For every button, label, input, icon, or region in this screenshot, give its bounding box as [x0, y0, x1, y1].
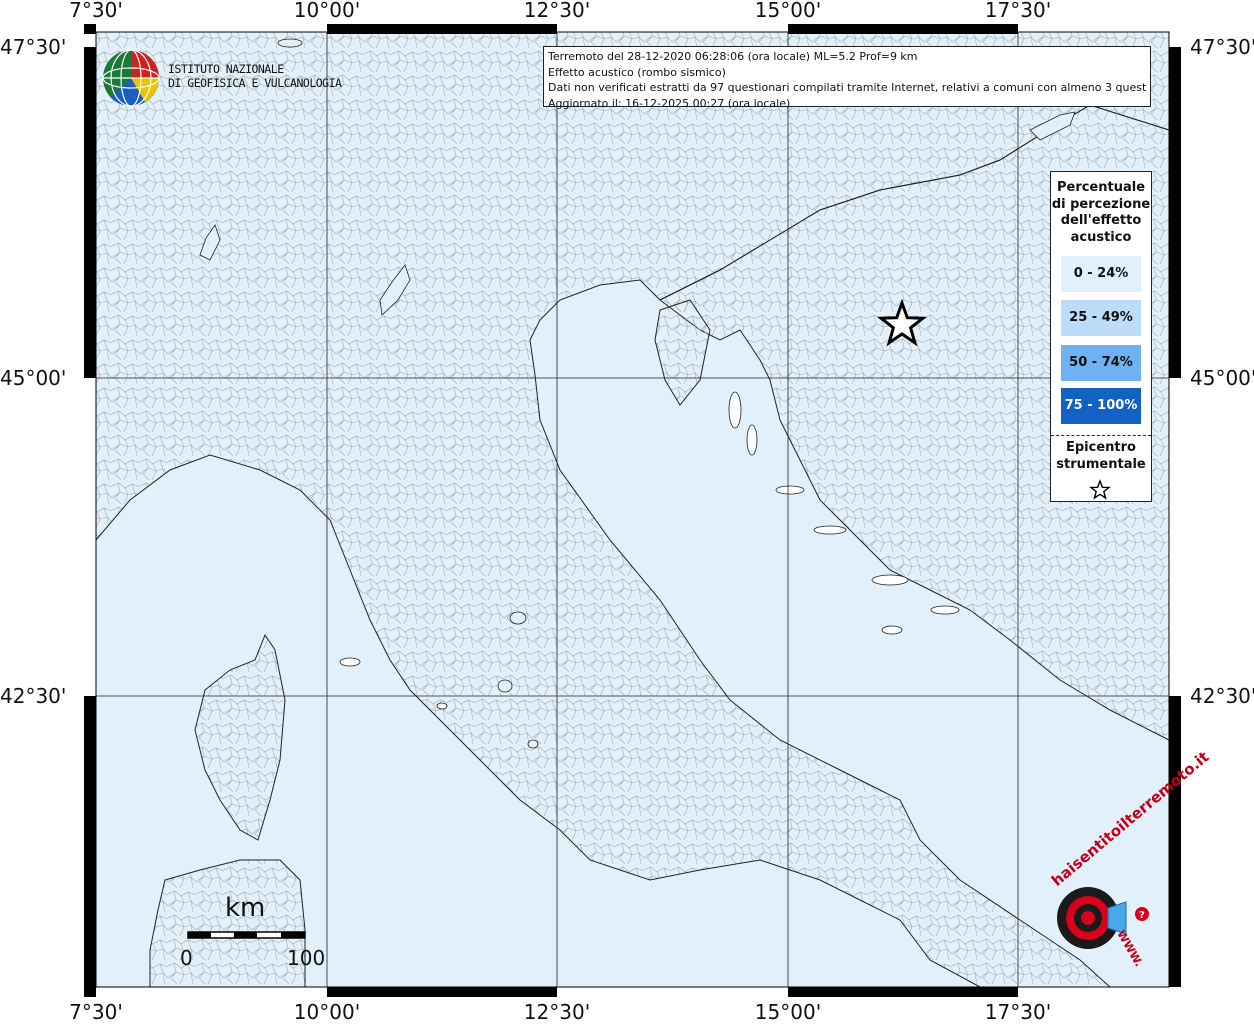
event-effect: Effetto acustico (rombo sismico)	[548, 65, 726, 79]
frame-tick	[327, 987, 557, 997]
coordinate-label: 47°30'	[0, 35, 67, 59]
coordinate-label: 45°00'	[1190, 366, 1254, 390]
legend-title-line: acustico	[1070, 229, 1132, 245]
ingv-line-1: ISTITUTO NAZIONALE	[168, 62, 284, 76]
coordinate-label: 15°00'	[754, 0, 822, 22]
legend-item-75-100: 75 - 100%	[1061, 388, 1141, 424]
coordinate-label: 15°00'	[754, 1000, 822, 1024]
legend-star-icon	[1089, 479, 1111, 500]
event-updated: Aggiornato il: 16-12-2025 00:27 (ora loc…	[548, 96, 791, 110]
event-info-box: Terremoto del 28-12-2020 06:28:06 (ora l…	[543, 46, 1151, 110]
coordinate-label: 7°30'	[69, 1000, 123, 1024]
frame-tick	[84, 987, 96, 997]
coordinate-label: 47°30'	[1190, 35, 1254, 59]
legend-divider	[1051, 435, 1151, 436]
coordinate-label: 45°00'	[0, 366, 67, 390]
frame-tick	[788, 24, 1018, 34]
coordinate-label: 10°00'	[293, 1000, 361, 1024]
event-title: Terremoto del 28-12-2020 06:28:06 (ora l…	[548, 50, 918, 63]
coordinate-label: 10°00'	[293, 0, 361, 22]
legend-title-line: di percezione	[1051, 196, 1151, 212]
frame-tick	[1169, 696, 1181, 987]
coordinate-label: 12°30'	[523, 0, 591, 22]
frame-tick	[84, 47, 96, 378]
legend-epicenter-label: Epicentro strumentale	[1051, 440, 1151, 473]
coordinate-label: 42°30'	[0, 684, 67, 708]
legend-item-25-49: 25 - 49%	[1061, 300, 1141, 336]
frame-tick	[788, 987, 1018, 997]
coordinate-label: 12°30'	[523, 1000, 591, 1024]
event-data-note: Dati non verificati estratti da 97 quest…	[548, 81, 1146, 94]
legend-item-0-24: 0 - 24%	[1061, 256, 1141, 292]
scale-start: 0	[180, 946, 193, 970]
scale-bar	[187, 931, 306, 939]
frame-tick	[84, 24, 96, 34]
frame-tick	[327, 24, 557, 34]
legend-item-50-74: 50 - 74%	[1061, 345, 1141, 381]
legend-epicenter-line: strumentale	[1056, 456, 1146, 472]
frame-tick	[84, 696, 96, 987]
legend-title-line: Percentuale	[1056, 180, 1146, 195]
legend-title: Percentuale di percezione dell'effetto a…	[1051, 180, 1151, 246]
coordinate-label: 17°30'	[984, 1000, 1052, 1024]
coordinate-label: 17°30'	[984, 0, 1052, 22]
scale-end: 100	[287, 946, 326, 970]
legend-title-line: dell'effetto	[1060, 213, 1142, 228]
frame-tick	[1169, 47, 1181, 378]
ingv-name: ISTITUTO NAZIONALE DI GEOFISICA E VULCAN…	[168, 62, 342, 90]
ingv-globe-icon	[102, 49, 160, 107]
legend: Percentuale di percezione dell'effetto a…	[1050, 171, 1152, 502]
coordinate-label: 42°30'	[1190, 684, 1254, 708]
ingv-line-2: DI GEOFISICA E VULCANOLOGIA	[168, 76, 342, 90]
svg-text:?: ?	[1139, 910, 1145, 921]
coordinate-label: 7°30'	[69, 0, 123, 22]
legend-epicenter-line: Epicentro	[1066, 440, 1136, 455]
